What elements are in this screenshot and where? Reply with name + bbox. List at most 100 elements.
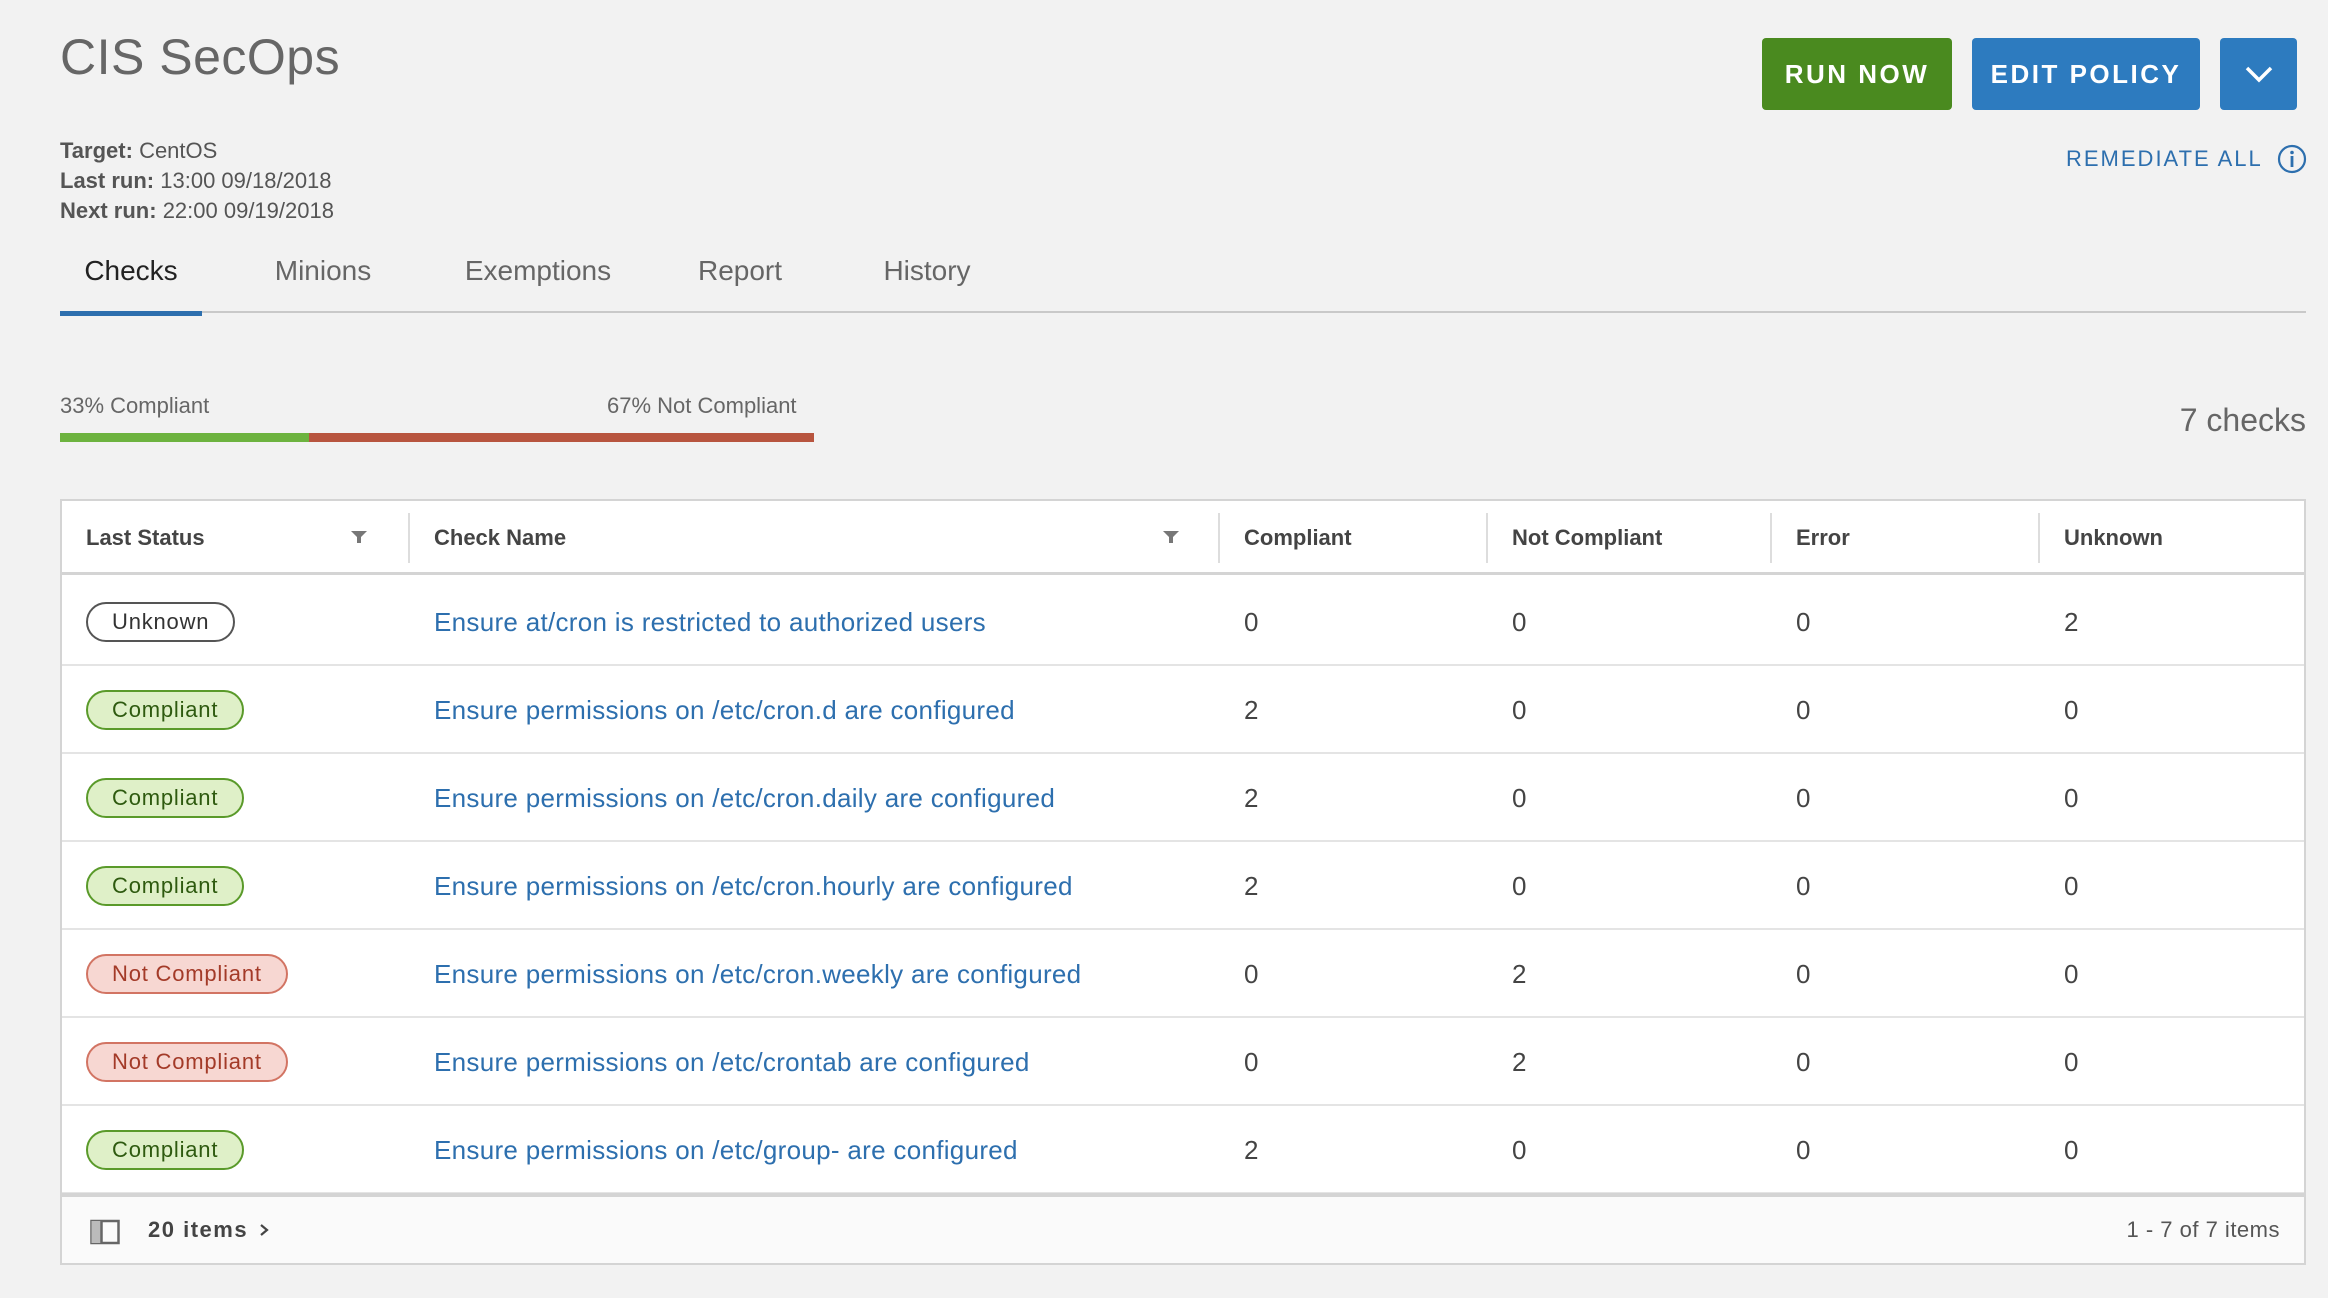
- cell-not-compliant: 0: [1512, 870, 1527, 901]
- check-name-link[interactable]: Ensure permissions on /etc/group- are co…: [434, 1135, 1018, 1166]
- table-row[interactable]: Unknown Ensure at/cron is restricted to a…: [62, 578, 2304, 666]
- col-compliant[interactable]: Compliant: [1220, 501, 1488, 575]
- cell-error: 0: [1796, 694, 1811, 725]
- status-badge: Compliant: [86, 690, 245, 730]
- cell-not-compliant: 0: [1512, 606, 1527, 637]
- cell-last-status: Compliant: [62, 1106, 408, 1194]
- pagination-summary: 1 - 7 of 7 items: [2126, 1217, 2280, 1242]
- cell-compliant: 0: [1244, 958, 1259, 989]
- cell-error: 0: [1796, 870, 1811, 901]
- cell-error: 0: [1796, 958, 1811, 989]
- cell-not-compliant: 0: [1512, 782, 1527, 813]
- items-per-page-selector[interactable]: 20 items: [148, 1197, 270, 1263]
- tab-history[interactable]: History: [867, 255, 987, 313]
- compliant-percent-label: 33% Compliant: [60, 393, 210, 418]
- status-badge: Compliant: [86, 866, 245, 906]
- check-name-link[interactable]: Ensure permissions on /etc/cron.daily ar…: [434, 783, 1055, 814]
- cell-last-status: Compliant: [62, 842, 408, 930]
- cell-error: 0: [1796, 1134, 1811, 1165]
- check-name-link[interactable]: Ensure permissions on /etc/crontab are c…: [434, 1047, 1030, 1078]
- tab-minions[interactable]: Minions: [260, 255, 386, 313]
- cell-last-status: Compliant: [62, 666, 408, 754]
- compliance-bar-compliant: [60, 433, 309, 442]
- more-actions-dropdown-button[interactable]: [2220, 38, 2297, 110]
- policy-page: CIS SecOps Target: CentOS Last run: 13:0…: [0, 0, 2328, 1298]
- remediate-all-link[interactable]: REMEDIATE ALL: [2066, 144, 2307, 174]
- table-header: Last Status Check Name Compliant Not Com…: [62, 501, 2304, 575]
- cell-unknown: 0: [2064, 1046, 2079, 1077]
- edit-policy-button[interactable]: EDIT POLICY: [1972, 38, 2200, 110]
- col-check-name[interactable]: Check Name: [410, 501, 1138, 575]
- status-badge: Not Compliant: [86, 954, 288, 994]
- table-row[interactable]: Not Compliant Ensure permissions on /etc/…: [62, 1018, 2304, 1106]
- cell-check-name: Ensure permissions on /etc/cron.hourly a…: [410, 842, 1218, 930]
- tab-exemptions[interactable]: Exemptions: [445, 255, 631, 313]
- cell-not-compliant: 2: [1512, 958, 1527, 989]
- page-title: CIS SecOps: [60, 29, 341, 85]
- filter-icon[interactable]: [1162, 529, 1180, 545]
- cell-compliant: 2: [1244, 694, 1259, 725]
- cell-compliant: 0: [1244, 606, 1259, 637]
- compliance-bar-not-compliant: [309, 433, 814, 442]
- cell-unknown: 0: [2064, 694, 2079, 725]
- filter-icon[interactable]: [350, 529, 368, 545]
- checks-table: Last Status Check Name Compliant Not Com…: [60, 499, 2306, 1265]
- table-row[interactable]: Compliant Ensure permissions on /etc/cron…: [62, 754, 2304, 842]
- col-error[interactable]: Error: [1772, 501, 2040, 575]
- cell-unknown: 0: [2064, 870, 2079, 901]
- cell-last-status: Unknown: [62, 578, 408, 666]
- table-row[interactable]: Not Compliant Ensure permissions on /etc/…: [62, 930, 2304, 1018]
- cell-check-name: Ensure permissions on /etc/cron.daily ar…: [410, 754, 1218, 842]
- not-compliant-percent-label: 67% Not Compliant: [607, 393, 797, 418]
- run-now-button[interactable]: RUN NOW: [1762, 38, 1952, 110]
- cell-error: 0: [1796, 606, 1811, 637]
- meta-last-run: Last run: 13:00 09/18/2018: [60, 168, 332, 193]
- cell-last-status: Compliant: [62, 754, 408, 842]
- chevron-right-icon: [260, 1224, 269, 1236]
- cell-compliant: 2: [1244, 870, 1259, 901]
- status-badge: Unknown: [86, 602, 236, 642]
- status-badge: Not Compliant: [86, 1042, 288, 1082]
- table-footer: 20 items 1 - 7 of 7 items: [62, 1193, 2304, 1263]
- cell-not-compliant: 0: [1512, 694, 1527, 725]
- check-name-link[interactable]: Ensure permissions on /etc/cron.weekly a…: [434, 959, 1081, 990]
- remediate-all-label: REMEDIATE ALL: [2066, 146, 2263, 171]
- cell-check-name: Ensure permissions on /etc/crontab are c…: [410, 1018, 1218, 1106]
- status-badge: Compliant: [86, 778, 245, 818]
- cell-check-name: Ensure at/cron is restricted to authoriz…: [410, 578, 1218, 666]
- cell-error: 0: [1796, 1046, 1811, 1077]
- check-name-link[interactable]: Ensure permissions on /etc/cron.d are co…: [434, 695, 1015, 726]
- check-name-link[interactable]: Ensure permissions on /etc/cron.hourly a…: [434, 871, 1073, 902]
- table-row[interactable]: Compliant Ensure permissions on /etc/cron…: [62, 666, 2304, 754]
- col-not-compliant[interactable]: Not Compliant: [1488, 501, 1772, 575]
- cell-not-compliant: 2: [1512, 1046, 1527, 1077]
- meta-target: Target: CentOS: [60, 138, 218, 163]
- cell-unknown: 0: [2064, 782, 2079, 813]
- cell-check-name: Ensure permissions on /etc/cron.weekly a…: [410, 930, 1218, 1018]
- cell-compliant: 2: [1244, 782, 1259, 813]
- cell-check-name: Ensure permissions on /etc/cron.d are co…: [410, 666, 1218, 754]
- check-name-link[interactable]: Ensure at/cron is restricted to authoriz…: [434, 607, 986, 638]
- info-icon[interactable]: [2277, 144, 2307, 174]
- status-badge: Compliant: [86, 1130, 245, 1170]
- cell-unknown: 0: [2064, 1134, 2079, 1165]
- items-per-page-label: 20 items: [148, 1217, 249, 1242]
- cell-compliant: 0: [1244, 1046, 1259, 1077]
- cell-not-compliant: 0: [1512, 1134, 1527, 1165]
- tab-report[interactable]: Report: [682, 255, 798, 313]
- cell-last-status: Not Compliant: [62, 1018, 408, 1106]
- policy-meta: Target: CentOS Last run: 13:00 09/18/201…: [60, 136, 334, 226]
- tab-bar: Checks Minions Exemptions Report History: [60, 255, 2306, 316]
- cell-compliant: 2: [1244, 1134, 1259, 1165]
- meta-next-run: Next run: 22:00 09/19/2018: [60, 198, 334, 223]
- columns-icon[interactable]: [90, 1219, 120, 1245]
- tab-checks[interactable]: Checks: [60, 255, 202, 316]
- cell-check-name: Ensure permissions on /etc/group- are co…: [410, 1106, 1218, 1194]
- cell-last-status: Not Compliant: [62, 930, 408, 1018]
- col-unknown[interactable]: Unknown: [2040, 501, 2306, 575]
- cell-unknown: 0: [2064, 958, 2079, 989]
- table-row[interactable]: Compliant Ensure permissions on /etc/cron…: [62, 842, 2304, 930]
- chevron-down-icon: [2245, 66, 2272, 83]
- checks-count: 7 checks: [2179, 402, 2306, 438]
- table-row[interactable]: Compliant Ensure permissions on /etc/grou…: [62, 1106, 2304, 1194]
